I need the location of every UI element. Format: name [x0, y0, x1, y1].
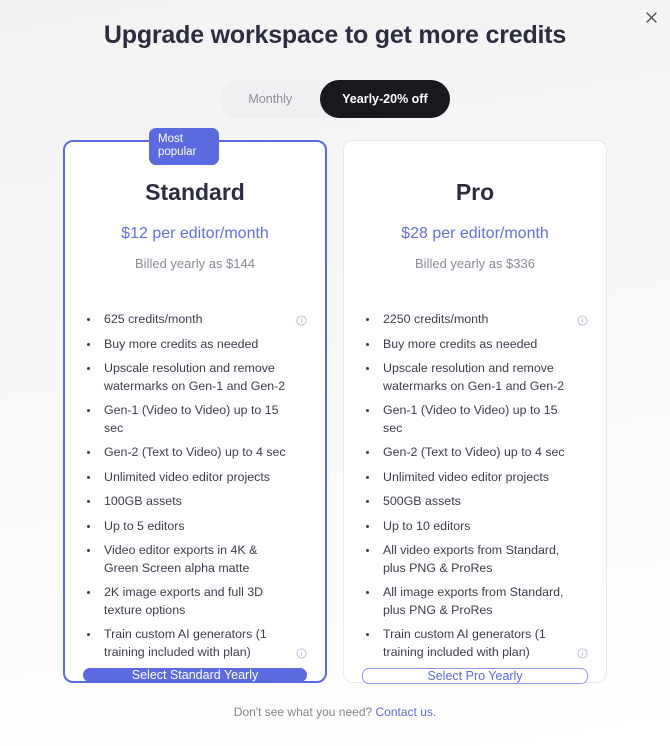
feature-label: 625 credits/month [104, 312, 203, 326]
info-icon[interactable] [296, 315, 307, 326]
bullet-icon [87, 451, 97, 454]
feature-item: Gen-1 (Video to Video) up to 15 sec [362, 402, 588, 437]
feature-label: Up to 10 editors [383, 518, 471, 533]
feature-label: Unlimited video editor projects [383, 469, 549, 484]
toggle-yearly[interactable]: Yearly-20% off [320, 80, 450, 118]
plan-feature-list: 625 credits/month Buy more credits as nee… [83, 311, 307, 668]
feature-item: 2250 credits/month [362, 311, 588, 329]
toggle-monthly[interactable]: Monthly [220, 80, 320, 118]
bullet-icon [366, 549, 376, 552]
feature-item: Buy more credits as needed [83, 336, 307, 354]
feature-label: Buy more credits as needed [104, 336, 259, 351]
plan-card-standard: Most popular Standard $12 per editor/month… [63, 128, 327, 683]
bullet-icon [87, 409, 97, 412]
bullet-icon [87, 549, 97, 552]
feature-item: 500GB assets [362, 493, 588, 511]
bullet-icon [87, 476, 97, 479]
feature-item: Up to 5 editors [83, 518, 307, 536]
close-button[interactable] [641, 7, 661, 27]
plan-price: $12 per editor/month [121, 225, 269, 242]
feature-label: Video editor exports in 4K & Green Scree… [104, 543, 258, 575]
footer-text: Don't see what you need? [233, 705, 373, 719]
feature-item: Train custom AI generators (1 training i… [362, 626, 588, 661]
feature-item: 2K image exports and full 3D texture opt… [83, 584, 307, 619]
info-icon[interactable] [577, 315, 588, 326]
feature-item: Unlimited video editor projects [83, 469, 307, 487]
feature-label: All image exports from Standard, plus PN… [383, 585, 564, 617]
feature-item: Gen-2 (Text to Video) up to 4 sec [362, 444, 588, 462]
plan-billing-note: Billed yearly as $144 [135, 256, 255, 271]
feature-item: Buy more credits as needed [362, 336, 588, 354]
bullet-icon [87, 525, 97, 528]
bullet-icon [366, 525, 376, 528]
feature-label: Unlimited video editor projects [104, 469, 270, 484]
plan-cards: Most popular Standard $12 per editor/month… [0, 128, 670, 684]
plan-price: $28 per editor/month [401, 225, 549, 242]
feature-label: Gen-1 (Video to Video) up to 15 sec [104, 403, 279, 435]
feature-label: All video exports from Standard, plus PN… [383, 543, 560, 575]
bullet-icon [87, 318, 97, 321]
bullet-icon [366, 318, 376, 321]
billing-toggle: Monthly Yearly-20% off [0, 80, 670, 118]
feature-label: Gen-2 (Text to Video) up to 4 sec [104, 445, 286, 459]
feature-label: Gen-1 (Video to Video) up to 15 sec [383, 403, 558, 435]
bullet-icon [366, 409, 376, 412]
bullet-icon [366, 367, 376, 370]
feature-label: Buy more credits as needed [383, 336, 538, 351]
select-standard-button[interactable]: Select Standard Yearly [83, 668, 307, 682]
info-icon[interactable] [296, 648, 307, 659]
footer: Don't see what you need? Contact us. [0, 705, 670, 719]
plan-name: Standard [145, 179, 245, 205]
feature-item: Gen-1 (Video to Video) up to 15 sec [83, 402, 307, 437]
feature-label: Up to 5 editors [104, 518, 185, 533]
feature-item: 100GB assets [83, 493, 307, 511]
feature-item: Up to 10 editors [362, 518, 588, 536]
plan-feature-list: 2250 credits/month Buy more credits as ne… [362, 311, 588, 668]
feature-item: Upscale resolution and remove watermarks… [83, 360, 307, 395]
page-title: Upgrade workspace to get more credits [103, 21, 567, 49]
feature-label: Gen-2 (Text to Video) up to 4 sec [383, 445, 565, 459]
bullet-icon [87, 633, 97, 636]
bullet-icon [366, 500, 376, 503]
plan-name: Pro [455, 179, 495, 205]
bullet-icon [87, 367, 97, 370]
bullet-icon [87, 591, 97, 594]
feature-item: Unlimited video editor projects [362, 469, 588, 487]
feature-label: Train custom AI generators (1 training i… [383, 627, 546, 659]
select-pro-button[interactable]: Select Pro Yearly [362, 668, 588, 684]
contact-us-link[interactable]: Contact us. [376, 705, 437, 719]
bullet-icon [366, 343, 376, 346]
bullet-icon [366, 591, 376, 594]
feature-label: 2K image exports and full 3D texture opt… [104, 585, 264, 617]
feature-item: Upscale resolution and remove watermarks… [362, 360, 588, 395]
feature-label: Train custom AI generators (1 training i… [104, 627, 267, 659]
most-popular-badge: Most popular [149, 128, 219, 165]
close-icon [645, 11, 657, 23]
feature-label: Upscale resolution and remove watermarks… [104, 361, 286, 393]
feature-item: Train custom AI generators (1 training i… [83, 626, 307, 661]
feature-item: Video editor exports in 4K & Green Scree… [83, 542, 307, 577]
bullet-icon [366, 633, 376, 636]
bullet-icon [87, 343, 97, 346]
feature-item: All image exports from Standard, plus PN… [362, 584, 588, 619]
feature-label: Upscale resolution and remove watermarks… [383, 361, 565, 393]
plan-billing-note: Billed yearly as $336 [415, 256, 535, 271]
billing-toggle-group: Monthly Yearly-20% off [220, 80, 450, 118]
plan-card-pro: Pro $28 per editor/month Billed yearly as … [343, 140, 607, 684]
feature-item: All video exports from Standard, plus PN… [362, 542, 588, 577]
bullet-icon [87, 500, 97, 503]
feature-item: 625 credits/month [83, 311, 307, 329]
feature-label: 100GB assets [104, 494, 182, 508]
bullet-icon [366, 451, 376, 454]
feature-item: Gen-2 (Text to Video) up to 4 sec [83, 444, 307, 462]
feature-label: 2250 credits/month [383, 312, 489, 326]
feature-label: 500GB assets [383, 494, 461, 508]
bullet-icon [366, 476, 376, 479]
info-icon[interactable] [577, 648, 588, 659]
